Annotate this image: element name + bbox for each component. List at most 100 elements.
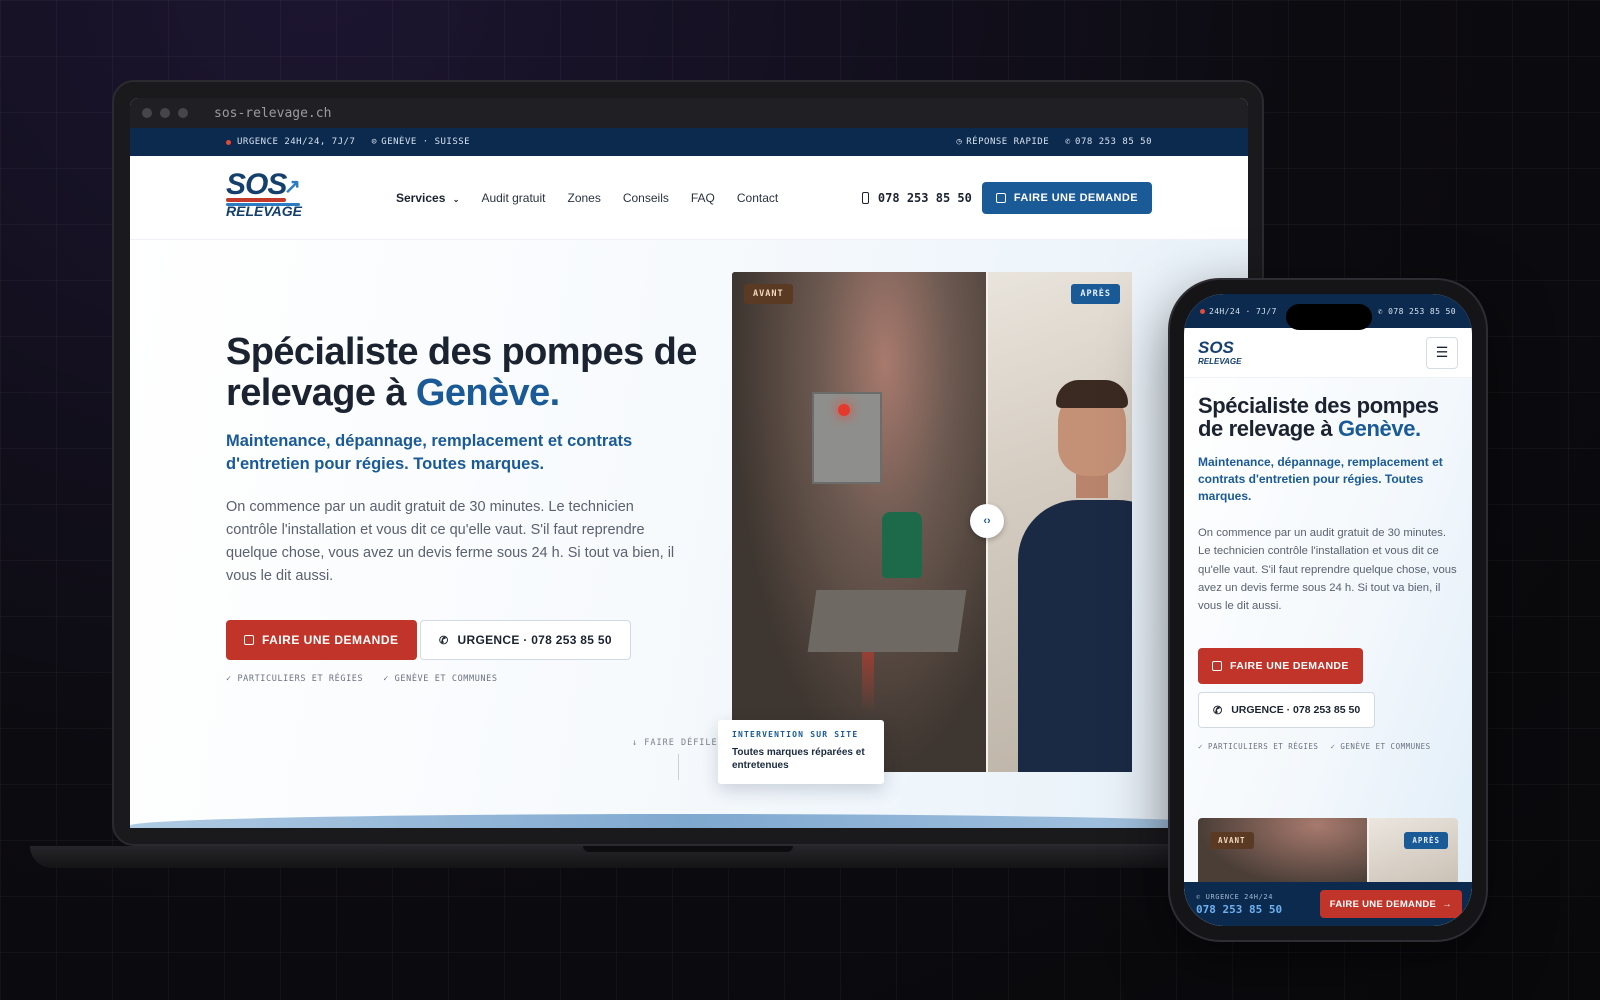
after-tag: APRÈS (1404, 832, 1448, 849)
hero-subtitle: Maintenance, dépannage, remplacement et … (226, 432, 633, 473)
compare-drag-handle[interactable]: ‹› (970, 504, 1004, 538)
mobile-sticky-bar: ✆ URGENCE 24H/24 078 253 85 50 FAIRE UNE… (1184, 882, 1472, 926)
before-tag: AVANT (744, 284, 793, 304)
arrow-down-icon: ↓ (632, 738, 645, 748)
check-geneve: ✓ GENÈVE ET COMMUNES (1330, 742, 1431, 751)
mobile-before-after-image[interactable]: AVANT APRÈS (1198, 818, 1458, 888)
phone-icon: ✆ (439, 634, 449, 647)
logo[interactable]: SOS ↗ RELEVAGE (226, 169, 306, 226)
clock-icon: ◷ (956, 137, 963, 147)
mobile-sticky-phone: 078 253 85 50 (1196, 902, 1283, 916)
reponse-info: ◷ RÉPONSE RAPIDE (956, 137, 1049, 147)
mobile-sticky-label: ✆ URGENCE 24H/24 (1196, 892, 1274, 901)
hero-request-button[interactable]: FAIRE UNE DEMANDE (226, 620, 417, 660)
mobile-logo-line2: RELEVAGE (1198, 357, 1242, 366)
mobile-urgence-button[interactable]: ✆ URGENCE · 078 253 85 50 (1198, 692, 1376, 728)
logo-line2: RELEVAGE (226, 202, 302, 219)
mobile-logo[interactable]: SOS RELEVAGE (1198, 339, 1241, 366)
technician-body (1018, 500, 1132, 772)
check-geneve: ✓ GENÈVE ET COMMUNES (383, 674, 498, 684)
logo-wave-red (226, 197, 286, 202)
before-photo (1198, 818, 1368, 888)
nav-phone-link[interactable]: 078 253 85 50 (861, 191, 972, 205)
browser-bar: sos-relevage.ch (130, 98, 1248, 128)
logo-arrow-icon: ↗ (284, 175, 301, 198)
mobile-hero-title: Spécialiste des pompes de relevage à Gen… (1198, 393, 1439, 441)
check-icon: ✓ (1330, 742, 1341, 751)
mobile-sticky-request-button[interactable]: FAIRE UNE DEMANDE → (1319, 890, 1462, 918)
scroll-line (678, 754, 679, 780)
mobile-navbar: SOS RELEVAGE ☰ (1184, 328, 1472, 378)
hero-urgence-label: URGENCE · 078 253 85 50 (457, 633, 612, 647)
scroll-hint[interactable]: ↓ FAIRE DÉFILER (632, 738, 724, 748)
before-photo (732, 272, 987, 772)
nav-item-contact[interactable]: Contact (737, 191, 778, 205)
nav-item-zones[interactable]: Zones (567, 191, 600, 205)
check-icon: ✓ (226, 674, 238, 684)
phone-frame: 24H/24 · 7J/7 ✆ 078 253 85 50 SOS RELEVA… (1168, 278, 1488, 942)
hero-urgence-button[interactable]: ✆ URGENCE · 078 253 85 50 (420, 620, 631, 660)
mobile-sticky-urgence[interactable]: ✆ URGENCE 24H/24 078 253 85 50 (1196, 893, 1282, 916)
live-dot-icon (1200, 308, 1205, 314)
phone-icon: ✆ (1377, 306, 1389, 316)
urgence-text: URGENCE 24H/24, 7J/7 (237, 137, 356, 147)
nav-request-label: FAIRE UNE DEMANDE (1013, 191, 1138, 204)
phone-icon: ✆ (1213, 704, 1223, 717)
chevron-down-icon: ⌄ (452, 194, 460, 204)
location-text: GENÈVE · SUISSE (381, 137, 471, 147)
urgence-info: URGENCE 24H/24, 7J/7 (226, 137, 355, 147)
mobile-hero-paragraph: On commence par un audit gratuit de 30 m… (1198, 527, 1457, 613)
laptop-screen: sos-relevage.ch URGENCE 24H/24, 7J/7 ⊙ G… (130, 98, 1248, 828)
topbar-phone-text: 078 253 85 50 (1075, 137, 1152, 147)
hero-section: Spécialiste des pompes de relevage à Gen… (130, 240, 1248, 828)
top-info-bar: URGENCE 24H/24, 7J/7 ⊙ GENÈVE · SUISSE ◷… (130, 128, 1248, 156)
after-photo (1368, 818, 1458, 888)
main-navbar: SOS ↗ RELEVAGE Services ⌄ Audit gratuit … (130, 156, 1248, 240)
hero-title-accent: Genève. (415, 372, 560, 414)
nav-item-audit[interactable]: Audit gratuit (481, 191, 545, 205)
window-close-dot[interactable] (142, 108, 152, 118)
live-dot-icon (226, 139, 231, 145)
window-minimize-dot[interactable] (160, 108, 170, 118)
pump-pit (807, 590, 967, 652)
phone-icon: ✆ (1196, 892, 1206, 901)
mobile-hero-subtitle: Maintenance, dépannage, remplacement et … (1198, 455, 1443, 503)
nav-item-services[interactable]: Services ⌄ (396, 191, 459, 205)
nav-item-conseils[interactable]: Conseils (623, 191, 669, 205)
technician-hair (1056, 380, 1128, 408)
nav-request-button[interactable]: FAIRE UNE DEMANDE (981, 181, 1152, 214)
mobile-hero: Spécialiste des pompes de relevage à Gen… (1184, 378, 1472, 926)
intervention-card-label: INTERVENTION SUR SITE (732, 730, 859, 739)
intervention-card-text: Toutes marques réparées et entretenues (732, 747, 865, 771)
hamburger-menu-icon[interactable]: ☰ (1426, 336, 1458, 369)
before-tag: AVANT (1210, 832, 1254, 849)
calendar-icon (1212, 661, 1222, 671)
window-maximize-dot[interactable] (178, 108, 188, 118)
hero-request-label: FAIRE UNE DEMANDE (262, 633, 399, 647)
phone-screen: 24H/24 · 7J/7 ✆ 078 253 85 50 SOS RELEVA… (1184, 294, 1472, 926)
address-bar[interactable]: sos-relevage.ch (214, 106, 331, 121)
hero-wave-decoration (130, 814, 1248, 828)
intervention-card: INTERVENTION SUR SITE Toutes marques rép… (718, 720, 884, 784)
floor-reflection (862, 652, 874, 712)
dynamic-island (1286, 304, 1372, 330)
chevrons-left-right-icon: ‹› (983, 515, 991, 527)
mobile-top-phone[interactable]: ✆ 078 253 85 50 (1378, 307, 1456, 316)
mobile-request-button[interactable]: FAIRE UNE DEMANDE (1198, 648, 1363, 684)
nav-item-faq[interactable]: FAQ (691, 191, 715, 205)
phone-icon: ✆ (1065, 137, 1072, 147)
hero-paragraph: On commence par un audit gratuit de 30 m… (226, 499, 675, 584)
mobile-checks: ✓ PARTICULIERS ET RÉGIES ✓ GENÈVE ET COM… (1198, 742, 1443, 751)
calendar-icon (995, 192, 1006, 203)
check-particuliers: ✓ PARTICULIERS ET RÉGIES (226, 674, 364, 684)
location-info: ⊙ GENÈVE · SUISSE (371, 137, 470, 147)
hero-checks: ✓ PARTICULIERS ET RÉGIES ✓ GENÈVE ET COM… (226, 674, 518, 684)
mobile-logo-line1: SOS (1198, 338, 1234, 357)
topbar-phone-link[interactable]: ✆ 078 253 85 50 (1065, 137, 1152, 147)
logo-wave-blue (226, 202, 300, 206)
arrow-right-icon: → (1442, 898, 1452, 910)
pump-shape (882, 512, 922, 578)
before-after-image[interactable]: ‹› AVANT APRÈS (732, 272, 1132, 772)
nav-item-services-label: Services (396, 190, 446, 205)
alarm-light (838, 404, 850, 416)
